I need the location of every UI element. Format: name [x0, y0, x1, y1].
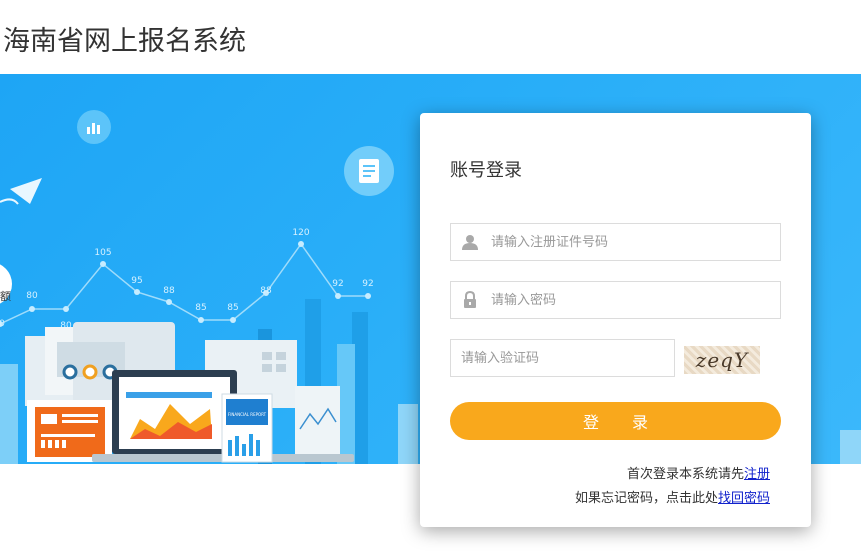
chart-label: 95	[131, 276, 142, 286]
user-icon	[462, 235, 478, 250]
lock-icon	[464, 291, 476, 308]
password-input[interactable]	[491, 282, 771, 318]
building	[840, 430, 861, 464]
login-title: 账号登录	[450, 160, 522, 181]
captcha-input[interactable]	[461, 340, 666, 376]
captcha-image[interactable]: zeqY	[684, 346, 760, 374]
id-number-field[interactable]	[450, 223, 781, 261]
chart-label: 92	[332, 279, 343, 289]
chart-label: 80	[26, 291, 38, 301]
building	[398, 404, 418, 464]
page-header: 海南省网上报名系统	[0, 0, 861, 74]
chart-label: 92	[362, 279, 373, 289]
chart-label: 120	[292, 228, 309, 238]
chart-label: 105	[94, 248, 111, 258]
id-number-input[interactable]	[491, 224, 771, 260]
chart-label: 0	[0, 319, 5, 329]
chart-label: 88	[163, 286, 175, 296]
login-button[interactable]: 登 录	[450, 402, 781, 440]
side-label: 额	[0, 290, 11, 303]
forgot-prefix: 如果忘记密码，点击此处	[574, 491, 718, 506]
chart-label: 85	[195, 303, 206, 313]
chart-label: 88	[260, 286, 272, 296]
login-panel: 账号登录 zeqY 登 录 首次登录本系统请先注册 如果忘记密码，点击此处找回密…	[420, 113, 811, 527]
register-prefix: 首次登录本系统请先	[626, 467, 744, 482]
forgot-hint: 如果忘记密码，点击此处找回密码	[575, 487, 770, 506]
password-field[interactable]	[450, 281, 781, 319]
page-title: 海南省网上报名系统	[3, 26, 246, 57]
register-link[interactable]: 注册	[744, 467, 770, 482]
building	[0, 364, 18, 464]
report-title: FINANCIAL REPORT	[228, 412, 267, 417]
forgot-password-link[interactable]: 找回密码	[718, 491, 770, 506]
register-hint: 首次登录本系统请先注册	[627, 463, 770, 482]
doc-paper	[295, 386, 340, 456]
captcha-field[interactable]	[450, 339, 675, 377]
chart-label: 85	[227, 303, 238, 313]
